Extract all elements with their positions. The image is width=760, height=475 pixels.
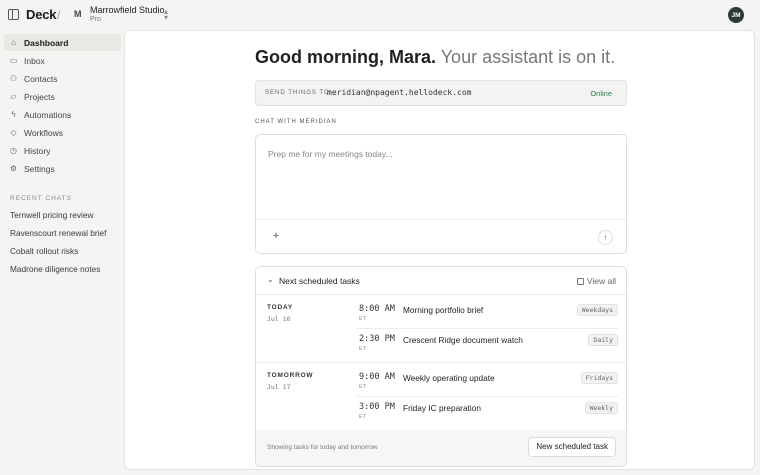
sidebar-item-label: Workflows <box>24 127 64 138</box>
workspace-plan: Pro <box>90 16 101 23</box>
row-divider <box>356 396 618 397</box>
send-address-box: SEND THINGS TO meridian@npagent.hellodec… <box>255 80 627 106</box>
task-row[interactable]: 3:00 PM ET Friday IC preparation Weekly <box>356 402 618 432</box>
composer-divider <box>256 219 626 220</box>
new-scheduled-task-button[interactable]: New scheduled task <box>528 437 616 457</box>
task-time: 8:00 AM <box>359 304 395 314</box>
day-name: TOMORROW <box>267 372 314 379</box>
view-all-label: View all <box>586 276 616 286</box>
send-address-email[interactable]: meridian@npagent.hellodeck.com <box>327 88 472 97</box>
task-name: Crescent Ridge document watch <box>403 335 523 345</box>
history-icon: ◷ <box>10 146 17 155</box>
task-row[interactable]: 9:00 AM ET Weekly operating update Frida… <box>356 372 618 402</box>
avatar[interactable]: JM <box>728 7 744 23</box>
sidebar-item-label: Settings <box>24 163 55 174</box>
sidebar-item-label: Dashboard <box>24 37 69 48</box>
bolt-icon: ϟ <box>11 110 16 119</box>
day-name: TODAY <box>267 304 294 311</box>
breadcrumb-separator: / <box>57 8 61 22</box>
sidebar-item-workflows[interactable]: ◇ Workflows <box>4 124 121 141</box>
recent-chat-item[interactable]: Ternwell pricing review <box>10 210 93 220</box>
inbox-icon: ▭ <box>9 56 18 65</box>
gear-icon: ⚙ <box>9 164 18 173</box>
greeting-text: Good morning, Mara. <box>255 47 437 67</box>
sidebar: ⌂ Dashboard ▭ Inbox ⚇ Contacts ▱ Project… <box>0 30 124 475</box>
folder-icon: ▱ <box>10 92 17 101</box>
recent-chat-item[interactable]: Cobalt rollout risks <box>10 246 78 256</box>
task-timezone: ET <box>359 346 367 352</box>
page-title: Good morning, Mara. Your assistant is on… <box>255 47 615 68</box>
status-badge: Online <box>590 89 612 98</box>
send-address-label: SEND THINGS TO <box>265 90 330 96</box>
greeting-subtitle: Your assistant is on it. <box>440 47 616 67</box>
day-date: Jul 17 <box>267 383 291 391</box>
task-timezone: ET <box>359 384 367 390</box>
task-timezone: ET <box>359 316 367 322</box>
task-frequency-badge: Daily <box>588 334 618 346</box>
workflow-icon: ◇ <box>10 128 17 137</box>
attach-plus-icon[interactable]: + <box>270 230 282 242</box>
task-name: Weekly operating update <box>403 373 495 383</box>
contacts-icon: ⚇ <box>9 74 18 83</box>
sidebar-item-inbox[interactable]: ▭ Inbox <box>4 52 121 69</box>
task-frequency-badge: Weekly <box>584 402 618 414</box>
chat-composer[interactable]: Prep me for my meetings today... + ↑ <box>255 134 627 254</box>
scheduled-tasks-header[interactable]: ⌄ Next scheduled tasks View all <box>256 267 626 295</box>
workspace-switcher-chevron-icon[interactable]: ▴ ▾ <box>162 8 170 22</box>
recent-chat-item[interactable]: Ravenscourt renewal brief <box>10 228 106 238</box>
sidebar-item-automations[interactable]: ϟ Automations <box>4 106 121 123</box>
sidebar-item-label: Projects <box>24 91 55 102</box>
task-row[interactable]: 2:30 PM ET Crescent Ridge document watch… <box>356 334 618 364</box>
sidebar-item-history[interactable]: ◷ History <box>4 142 121 159</box>
task-time: 2:30 PM <box>359 334 395 344</box>
send-arrow-icon[interactable]: ↑ <box>598 230 613 245</box>
workspace-icon: M <box>74 9 82 19</box>
row-divider <box>356 328 618 329</box>
chevron-down-icon[interactable]: ⌄ <box>267 275 274 284</box>
task-name: Friday IC preparation <box>403 403 481 413</box>
view-all-link[interactable]: View all <box>576 276 616 286</box>
scheduled-tasks-panel: ⌄ Next scheduled tasks View all TODAY Ju… <box>255 266 627 467</box>
footer-status-text: Showing tasks for today and tomorrow <box>267 444 378 451</box>
day-group-tomorrow: TOMORROW Jul 17 9:00 AM ET Weekly operat… <box>256 363 626 431</box>
task-frequency-badge: Fridays <box>580 372 618 384</box>
recent-chats-heading: RECENT CHATS <box>10 195 72 202</box>
chat-input[interactable]: Prep me for my meetings today... <box>268 149 393 159</box>
home-icon: ⌂ <box>11 38 16 47</box>
scheduled-tasks-footer: Showing tasks for today and tomorrow New… <box>256 430 626 466</box>
task-row[interactable]: 8:00 AM ET Morning portfolio brief Weekd… <box>356 304 618 334</box>
sidebar-item-projects[interactable]: ▱ Projects <box>4 88 121 105</box>
app-brand[interactable]: Deck <box>26 7 56 22</box>
task-timezone: ET <box>359 414 367 420</box>
sidebar-item-label: History <box>24 145 51 156</box>
sidebar-toggle-icon[interactable] <box>8 9 19 20</box>
sidebar-item-dashboard[interactable]: ⌂ Dashboard <box>4 34 121 51</box>
sidebar-item-settings[interactable]: ⚙ Settings <box>4 160 121 177</box>
sidebar-item-label: Contacts <box>24 73 58 84</box>
task-time: 3:00 PM <box>359 402 395 412</box>
day-date: Jul 16 <box>267 315 291 323</box>
top-bar: Deck / M Marrowfield Studio Pro ▴ ▾ JM <box>0 0 760 30</box>
calendar-icon <box>576 278 584 285</box>
sidebar-item-contacts[interactable]: ⚇ Contacts <box>4 70 121 87</box>
task-frequency-badge: Weekdays <box>576 304 618 316</box>
recent-chat-item[interactable]: Madrone diligence notes <box>10 264 100 274</box>
scheduled-tasks-title: Next scheduled tasks <box>279 276 360 286</box>
task-time: 9:00 AM <box>359 372 395 382</box>
workspace-name[interactable]: Marrowfield Studio <box>90 5 165 15</box>
day-group-today: TODAY Jul 16 8:00 AM ET Morning portfoli… <box>256 295 626 363</box>
main-panel: Good morning, Mara. Your assistant is on… <box>124 30 755 470</box>
sidebar-item-label: Automations <box>24 109 72 120</box>
sidebar-item-label: Inbox <box>24 55 45 66</box>
chat-section-label: CHAT WITH MERIDIAN <box>255 119 337 125</box>
task-name: Morning portfolio brief <box>403 305 484 315</box>
